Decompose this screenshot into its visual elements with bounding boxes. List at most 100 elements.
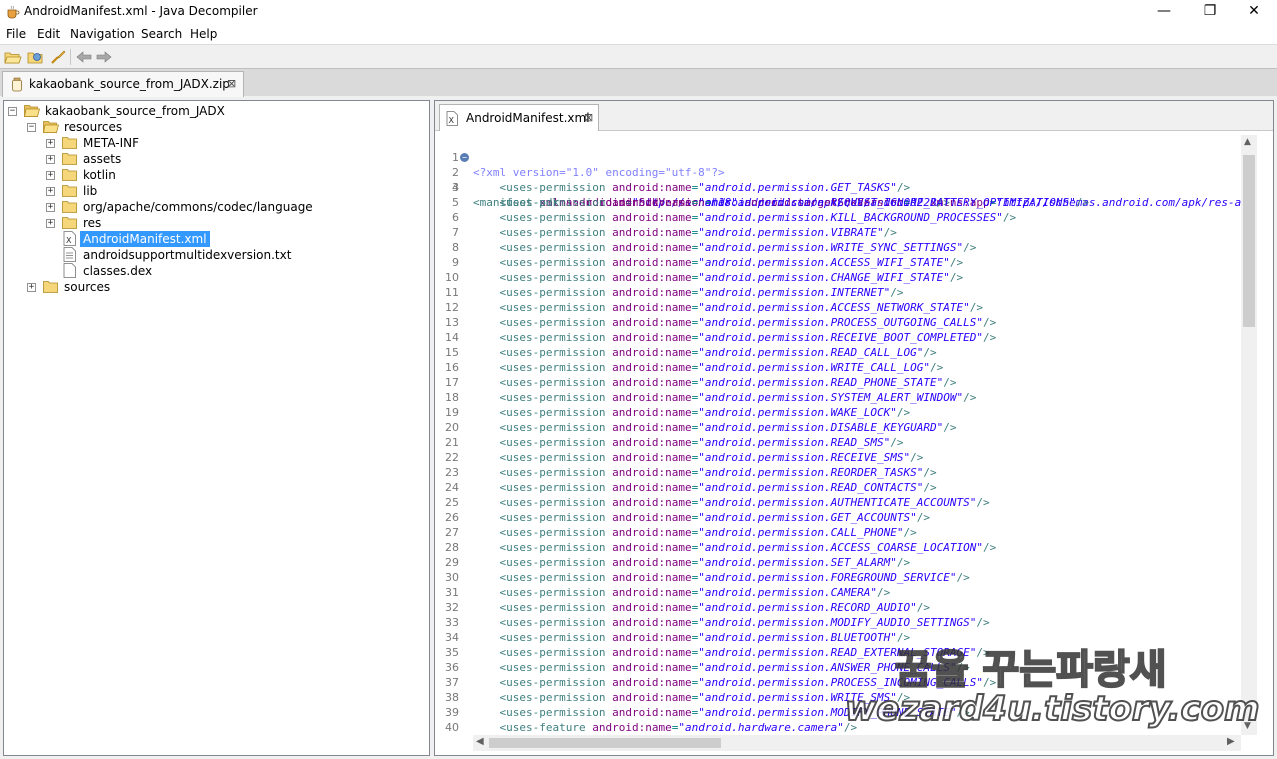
permission-value: "android.permission.REQUEST_IGNORE_BATTE… [698, 196, 1076, 209]
open-folder-icon [24, 105, 40, 117]
uses-permission-element: <uses-permission android:name="android.p… [473, 630, 911, 645]
code-line: 37 <uses-permission android:name="androi… [435, 675, 1241, 690]
code-line: 40 <uses-feature android:name="android.h… [435, 720, 1241, 735]
code-line: 36 <uses-permission android:name="androi… [435, 660, 1241, 675]
search-icon[interactable] [49, 49, 67, 65]
tree-node-org-apache[interactable]: + org/apache/commons/codec/language [4, 199, 424, 215]
line-number: 37 [445, 676, 459, 689]
scroll-thumb[interactable] [1243, 155, 1255, 327]
menu-edit[interactable]: Edit [37, 27, 60, 41]
permission-value: "android.permission.CAMERA" [698, 586, 878, 599]
permission-value: "android.permission.SYSTEM_ALERT_WINDOW" [698, 391, 964, 404]
tree-node-res[interactable]: + res [4, 215, 424, 231]
attribute-name: android:name [592, 721, 672, 734]
permission-value: "android.permission.CHANGE_WIFI_STATE" [698, 271, 950, 284]
code-view[interactable]: 1 <?xml version="1.0" encoding="utf-8"?>… [435, 135, 1241, 735]
tree-node-assets[interactable]: + assets [4, 151, 424, 167]
line-number: 22 [445, 451, 459, 464]
back-icon[interactable] [75, 49, 93, 65]
expand-icon[interactable]: + [27, 283, 36, 292]
line-number: 33 [445, 616, 459, 629]
scroll-left-icon[interactable]: ◀ [476, 736, 484, 747]
element-tag: <uses-permission [499, 436, 613, 449]
menu-navigation[interactable]: Navigation [70, 27, 135, 41]
tree-node-resources[interactable]: − resources [4, 119, 424, 135]
code-line: 28 <uses-permission android:name="androi… [435, 540, 1241, 555]
open-file-icon[interactable] [4, 49, 22, 65]
tree-node-root[interactable]: − kakaobank_source_from_JADX [4, 103, 424, 119]
code-line: 10 <uses-permission android:name="androi… [435, 270, 1241, 285]
forward-icon[interactable] [95, 49, 113, 65]
editor-tab-bar: X AndroidManifest.xml ⊠ [435, 101, 1273, 131]
tree-label: lib [83, 184, 98, 198]
package-tree: − kakaobank_source_from_JADX − resources… [3, 100, 430, 756]
line-number: 6 [452, 211, 459, 224]
tree-node-lib[interactable]: + lib [4, 183, 424, 199]
tree-node-meta-inf[interactable]: + META-INF [4, 135, 424, 151]
element-tag: <uses-permission [499, 346, 613, 359]
permission-value: "android.permission.WRITE_SYNC_SETTINGS" [698, 241, 964, 254]
open-type-icon[interactable] [27, 49, 45, 65]
uses-permission-element: <uses-permission android:name="android.p… [473, 705, 970, 720]
attribute-name: android:name [612, 346, 692, 359]
element-close: /> [956, 706, 970, 719]
fold-icon[interactable]: − [460, 153, 469, 162]
line-number: 27 [445, 526, 459, 539]
permission-value: "android.permission.FOREGROUND_SERVICE" [698, 571, 957, 584]
toolbar-separator [70, 49, 71, 65]
expand-icon[interactable]: + [46, 203, 55, 212]
code-line: 26 <uses-permission android:name="androi… [435, 510, 1241, 525]
tab-android-manifest[interactable]: X AndroidManifest.xml ⊠ [439, 104, 599, 131]
horizontal-scrollbar[interactable]: ◀ ▶ [473, 735, 1241, 751]
menu-help[interactable]: Help [190, 27, 217, 41]
collapse-icon[interactable]: − [27, 123, 36, 132]
element-tag: <uses-permission [499, 406, 613, 419]
expand-icon[interactable]: + [46, 155, 55, 164]
tree-node-android-manifest[interactable]: X AndroidManifest.xml [4, 231, 424, 247]
permission-value: "android.permission.VIBRATE" [698, 226, 884, 239]
menu-search[interactable]: Search [141, 27, 182, 41]
line-number: 13 [445, 316, 459, 329]
folder-icon [62, 169, 77, 181]
element-tag: <uses-permission [499, 331, 613, 344]
tree-node-sources[interactable]: + sources [4, 279, 424, 295]
vertical-scrollbar[interactable]: ▲ ▼ [1241, 135, 1257, 735]
close-button[interactable]: ✕ [1231, 0, 1277, 24]
scroll-up-icon[interactable]: ▲ [1244, 137, 1251, 147]
line-number: 4 [452, 181, 459, 194]
tab-close-icon[interactable]: ⊠ [584, 111, 593, 124]
uses-permission-element: <uses-permission android:name="android.p… [473, 345, 937, 360]
element-close: /> [903, 526, 917, 539]
menu-file[interactable]: File [6, 27, 26, 41]
attribute-name: android:name [612, 631, 692, 644]
expand-icon[interactable]: + [46, 187, 55, 196]
tree-node-androidsupport-txt[interactable]: androidsupportmultidexversion.txt [4, 247, 424, 263]
line-number: 12 [445, 301, 459, 314]
maximize-button[interactable]: ❐ [1187, 0, 1233, 24]
tree-node-kotlin[interactable]: + kotlin [4, 167, 424, 183]
tree-label: META-INF [83, 136, 140, 150]
expand-icon[interactable]: + [46, 219, 55, 228]
scroll-thumb[interactable] [489, 738, 721, 748]
scroll-right-icon[interactable]: ▶ [1227, 736, 1235, 747]
tab-kakaobank-zip[interactable]: kakaobank_source_from_JADX.zip ⊠ [2, 71, 244, 97]
permission-value: "android.permission.READ_SMS" [698, 436, 891, 449]
scroll-down-icon[interactable]: ▼ [1244, 721, 1251, 731]
code-line: 9 <uses-permission android:name="android… [435, 255, 1241, 270]
minimize-button[interactable]: — [1141, 0, 1187, 24]
uses-permission-element: <uses-permission android:name="android.p… [473, 510, 931, 525]
editor-panel: X AndroidManifest.xml ⊠ 1 <?xml version=… [434, 100, 1274, 756]
line-number: 9 [452, 256, 459, 269]
permission-value: "android.permission.DISABLE_KEYGUARD" [698, 421, 944, 434]
tab-label: AndroidManifest.xml [466, 111, 590, 125]
code-line: 17 <uses-permission android:name="androi… [435, 375, 1241, 390]
expand-icon[interactable]: + [46, 139, 55, 148]
element-close: /> [949, 271, 964, 284]
permission-value: "android.permission.GET_ACCOUNTS" [698, 511, 917, 524]
tab-close-icon[interactable]: ⊠ [227, 77, 236, 90]
line-number: 30 [445, 571, 459, 584]
collapse-icon[interactable]: − [8, 107, 17, 116]
permission-value: "android.permission.SET_ALARM" [698, 556, 897, 569]
expand-icon[interactable]: + [46, 171, 55, 180]
tree-node-classes-dex[interactable]: classes.dex [4, 263, 424, 279]
